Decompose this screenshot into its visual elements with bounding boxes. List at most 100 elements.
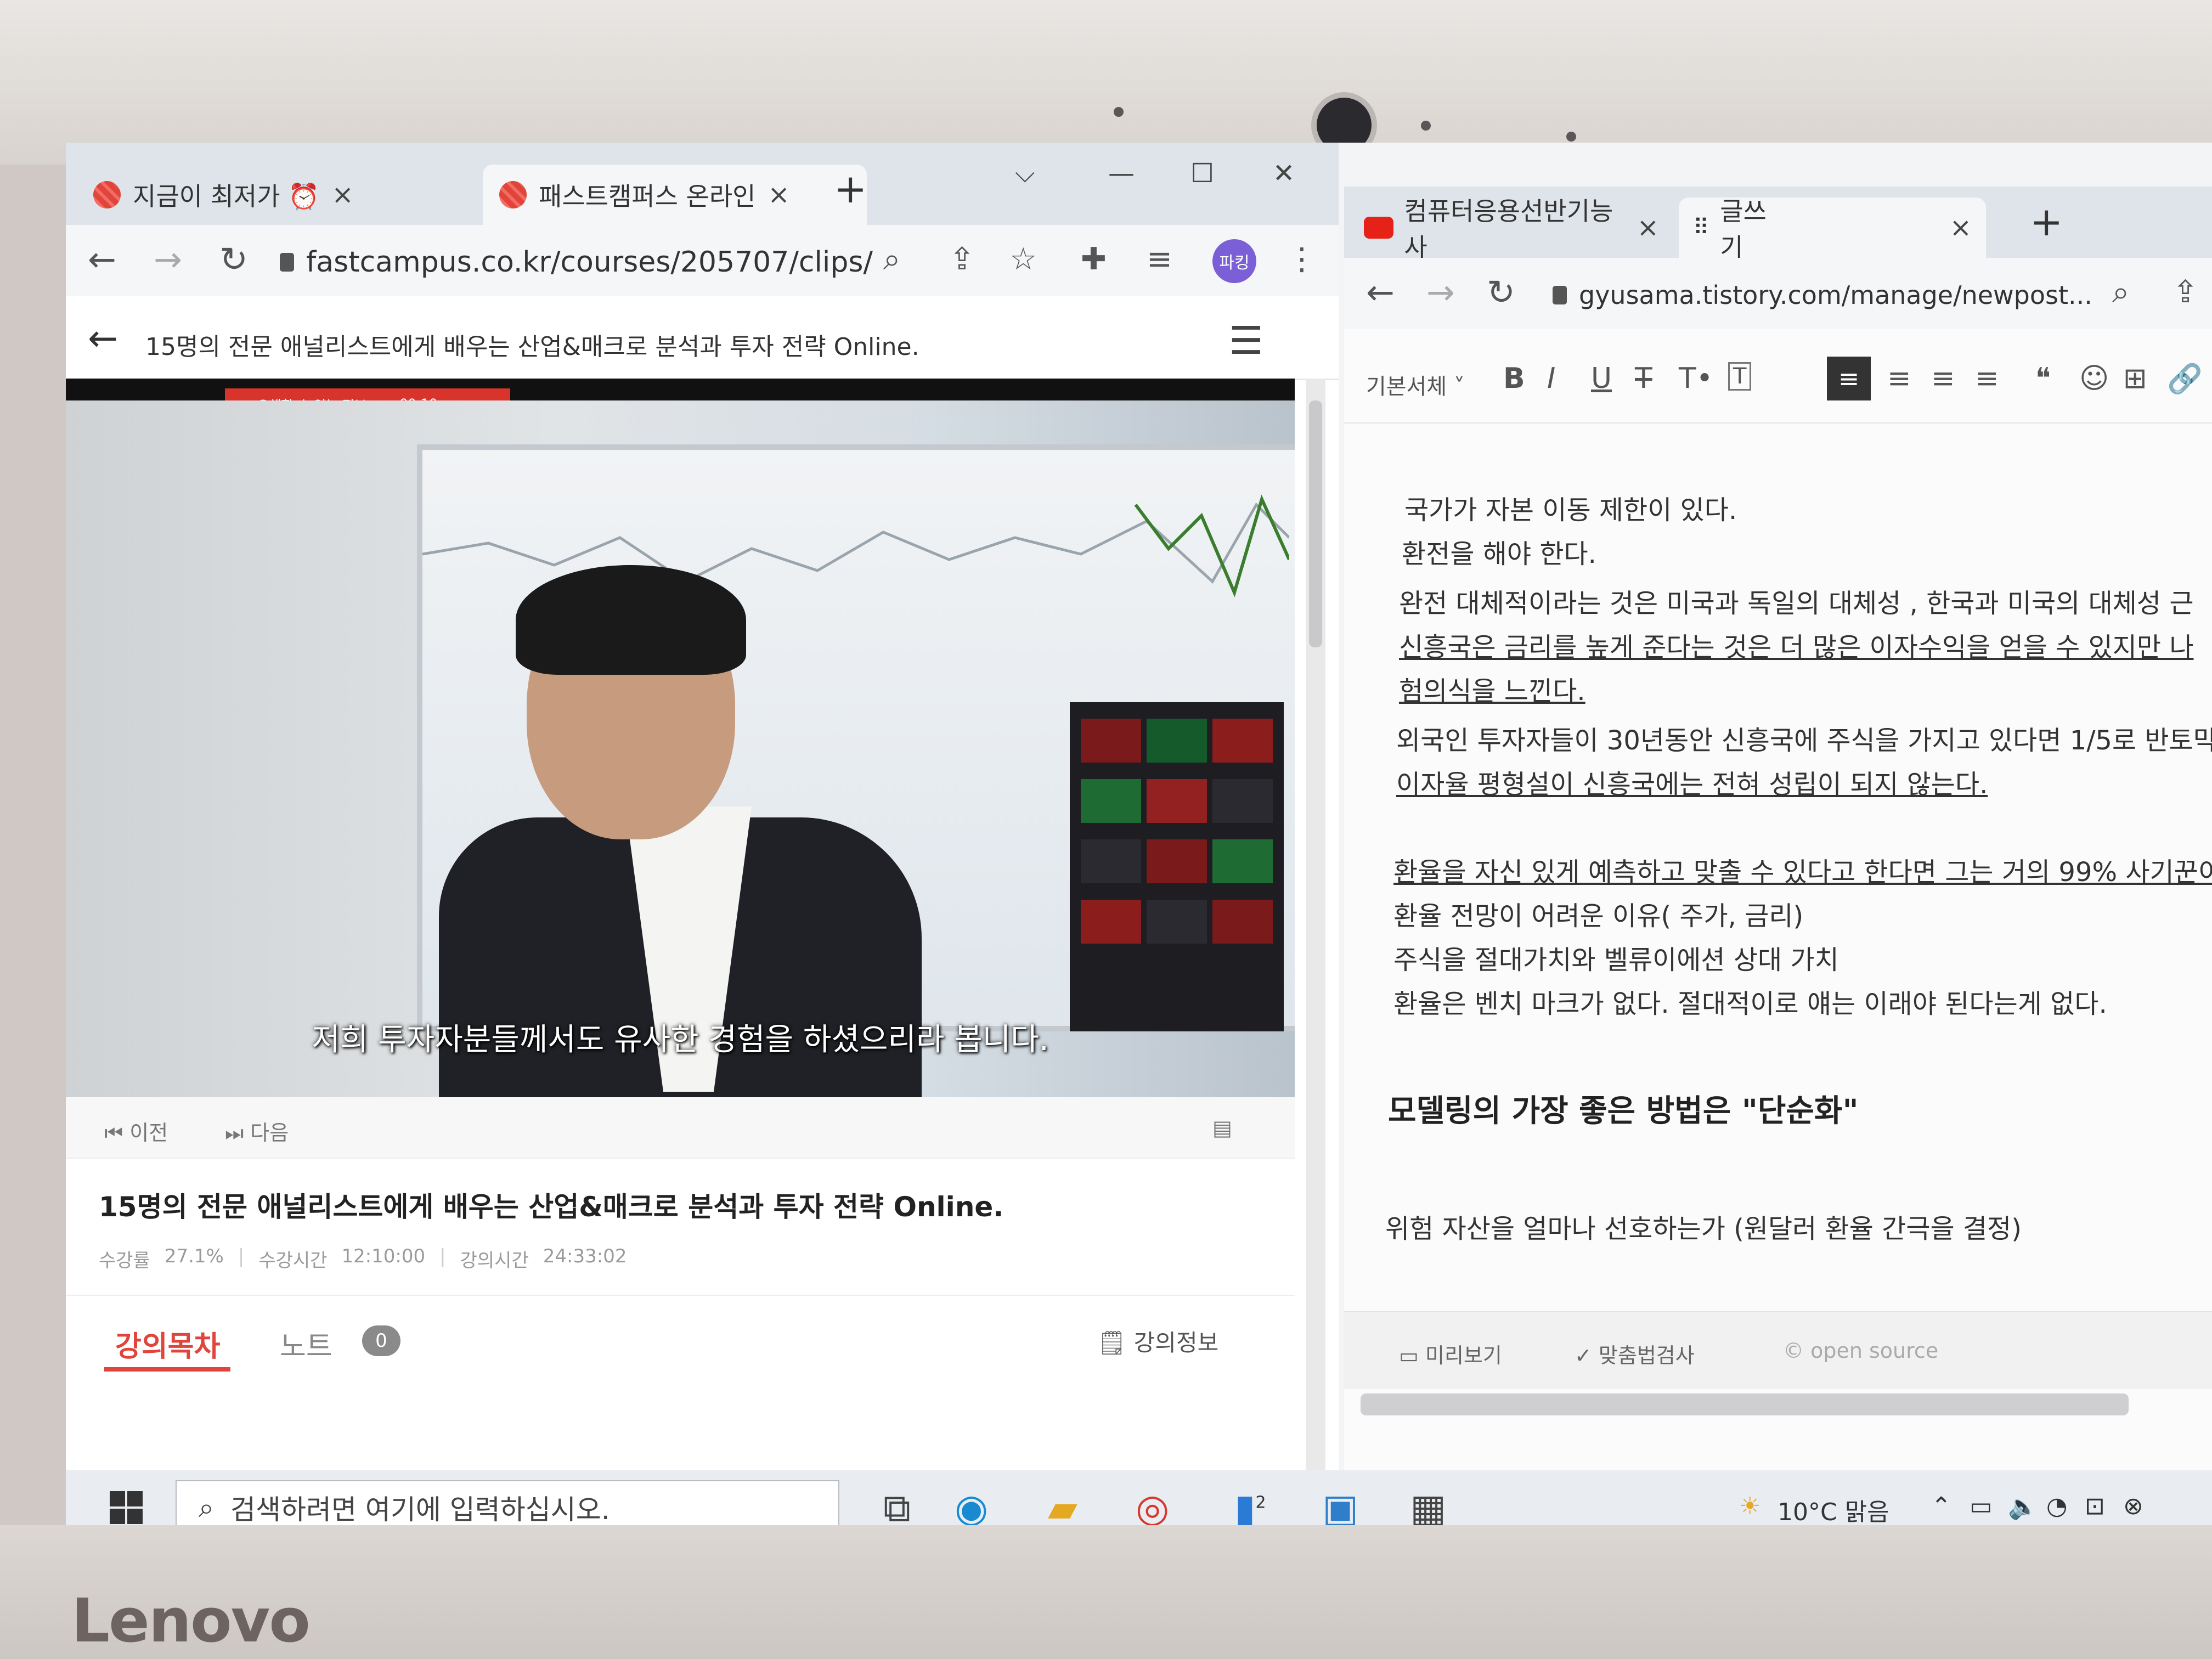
youtube-icon <box>1364 217 1393 239</box>
back-button[interactable]: ← <box>1366 272 1395 312</box>
battery-icon[interactable]: ▭ <box>1970 1492 1993 1520</box>
tab-deal[interactable]: 지금이 최저가 ⏰ × <box>77 165 472 225</box>
back-button[interactable]: ← <box>88 239 116 279</box>
page-scrollbar[interactable] <box>1306 379 1325 1470</box>
zoom-icon[interactable]: ⌕ <box>883 241 900 278</box>
share-icon[interactable]: ⇪ <box>2172 274 2198 310</box>
menu-kebab-icon[interactable]: ⋮ <box>1286 241 1317 277</box>
video-player[interactable]: ● 오해할 수 있는 정보 00:10 <box>66 379 1295 1097</box>
doc-line: 신흥국은 금리를 높게 준다는 것은 더 많은 이자수익을 얻을 수 있지만 나 <box>1399 632 2194 663</box>
wifi-icon[interactable]: ◔ <box>2046 1492 2067 1520</box>
tab-strip: 컴퓨터응용선반기능사 × ⠿ 글쓰기 × + <box>1344 187 2212 262</box>
new-tab-button[interactable]: + <box>2030 199 2063 245</box>
ime-icon[interactable]: ⊡ <box>2085 1492 2105 1520</box>
tab-strip: 지금이 최저가 ⏰ × 패스트캠퍼스 온라인 × + ⌵ — ☐ ✕ <box>66 143 1339 225</box>
tab-close-icon[interactable]: × <box>1637 212 1659 243</box>
watched-label: 수강시간 <box>258 1250 328 1272</box>
volume-icon[interactable]: 🔈 <box>2008 1492 2038 1521</box>
bold-button[interactable]: B <box>1503 362 1525 395</box>
task-view-icon[interactable]: ⧉ <box>883 1486 911 1531</box>
tab-label: 패스트캠퍼스 온라인 <box>539 182 756 211</box>
next-button[interactable]: ⏭ 다음 <box>225 1116 289 1146</box>
weather-text[interactable]: 10°C 맑음 <box>1778 1492 1889 1527</box>
quote-icon[interactable]: ❝ <box>2035 362 2051 395</box>
windows-start-icon[interactable] <box>110 1491 143 1524</box>
text-bg-button[interactable]: T <box>1728 362 1752 391</box>
reload-button[interactable]: ↻ <box>1487 272 1515 312</box>
tab-search-icon[interactable]: ⌵ <box>1015 158 1035 189</box>
address-bar[interactable]: gyusama.tistory.com/manage/newpost... <box>1553 273 2101 317</box>
reading-list-icon[interactable]: ≡ <box>1147 241 1172 277</box>
doc-line: 환율은 벤치 마크가 없다. 절대적이로 얘는 이래야 된다는게 없다. <box>1393 989 2107 1019</box>
prev-button[interactable]: ⏮ 이전 <box>104 1116 168 1146</box>
tab-label: 컴퓨터응용선반기능사 <box>1404 196 1613 262</box>
tab-close-icon[interactable]: × <box>331 179 353 210</box>
forward-button[interactable]: → <box>1426 272 1455 312</box>
maximize-button[interactable]: ☐ <box>1190 158 1214 189</box>
tab-close-icon[interactable]: × <box>768 179 790 210</box>
course-stats: 수강률 27.1% | 수강시간 12:10:00 | 강의시간 24:33:0… <box>99 1245 627 1272</box>
new-tab-button[interactable]: + <box>834 166 867 212</box>
url-text: fastcampus.co.kr/courses/205707/clips/ <box>306 246 873 279</box>
bookmark-star-icon[interactable]: ☆ <box>1009 241 1037 277</box>
emoji-icon[interactable]: ☺ <box>2079 362 2109 395</box>
tab-favicon-icon <box>93 181 121 208</box>
align-left-button[interactable]: ≡ <box>1827 357 1871 400</box>
zoom-icon[interactable]: ⌕ <box>2112 274 2129 311</box>
tab-youtube[interactable]: 컴퓨터응용선반기능사 × <box>1350 196 1673 262</box>
align-justify-icon[interactable]: ≡ <box>1975 362 1999 395</box>
align-right-icon[interactable]: ≡ <box>1931 362 1955 395</box>
app-icon[interactable]: ▮2 <box>1234 1486 1266 1531</box>
tab-close-icon[interactable]: × <box>1950 212 1972 243</box>
tab-notes[interactable]: 노트 <box>280 1323 332 1364</box>
notes-count-badge: 0 <box>362 1325 400 1356</box>
font-select[interactable]: 기본서체 ˅ <box>1366 369 1465 400</box>
align-center-icon[interactable]: ≡ <box>1887 362 1911 395</box>
editor-document[interactable]: 국가가 자본 이동 제한이 있다. 환전을 해야 한다. 완전 대체적이라는 것… <box>1344 422 2212 1311</box>
calculator-icon[interactable]: ▦ <box>1410 1486 1446 1531</box>
hamburger-menu-icon[interactable]: ☰ <box>1229 318 1263 363</box>
progress-value: 27.1% <box>164 1245 224 1267</box>
tab-write[interactable]: ⠿ 글쓰기 × <box>1679 196 1986 262</box>
search-placeholder: 검색하려면 여기에 입력하십시오. <box>230 1494 610 1526</box>
notifications-icon[interactable]: ⊗ <box>2123 1492 2143 1520</box>
text-color-button[interactable]: T• <box>1679 362 1713 395</box>
extensions-puzzle-icon[interactable]: ✚ <box>1081 241 1107 277</box>
forward-button[interactable]: → <box>154 239 182 279</box>
minimize-button[interactable]: — <box>1108 158 1135 189</box>
edge-browser-icon[interactable]: ◉ <box>955 1486 988 1531</box>
course-info-button[interactable]: 🗒 강의정보 <box>1097 1324 1218 1358</box>
open-source-link[interactable]: © open source <box>1783 1339 1938 1363</box>
course-header-title: 15명의 전문 애널리스트에게 배우는 산업&매크로 분석과 투자 전략 Onl… <box>145 333 919 361</box>
doc-line: 위험 자산을 얼마나 선호하는가 (원달러 환율 간극을 결정) <box>1385 1214 2022 1244</box>
profile-avatar[interactable]: 파킹 <box>1212 239 1256 283</box>
preview-button[interactable]: ▭ 미리보기 <box>1399 1339 1502 1369</box>
back-arrow-icon[interactable]: ← <box>88 317 118 359</box>
sensor-dot <box>1114 107 1124 117</box>
underline-button[interactable]: U <box>1591 362 1612 395</box>
reload-button[interactable]: ↻ <box>219 239 248 279</box>
layout-toggle-icon[interactable]: ▤ <box>1212 1116 1232 1140</box>
share-icon[interactable]: ⇪ <box>949 241 975 277</box>
doc-heading: 모델링의 가장 좋은 방법은 "단순화" <box>1388 1093 1859 1129</box>
spellcheck-button[interactable]: ✓ 맞춤법검사 <box>1575 1339 1695 1369</box>
photos-icon[interactable]: ▣ <box>1322 1486 1358 1531</box>
search-icon: ⌕ <box>199 1491 214 1523</box>
table-icon[interactable]: ⊞ <box>2123 362 2147 395</box>
chrome-browser-icon[interactable]: ◎ <box>1136 1486 1169 1531</box>
horizontal-scrollbar[interactable] <box>1361 1393 2129 1415</box>
doc-line: 국가가 자본 이동 제한이 있다. <box>1404 495 1737 526</box>
tab-toc[interactable]: 강의목차 <box>115 1323 220 1364</box>
strike-button[interactable]: T <box>1635 362 1652 395</box>
link-icon[interactable]: 🔗 <box>2167 362 2203 396</box>
tray-chevron-icon[interactable]: ⌃ <box>1931 1492 1951 1520</box>
lock-icon <box>280 253 294 272</box>
tab-fastcampus[interactable]: 패스트캠퍼스 온라인 × <box>483 165 867 225</box>
doc-line: 환전을 해야 한다. <box>1402 539 1596 569</box>
progress-label: 수강률 <box>99 1250 150 1272</box>
file-explorer-icon[interactable]: ▰ <box>1048 1486 1077 1531</box>
doc-line: 주식을 절대가치와 벨류이에션 상대 가치 <box>1393 945 1839 975</box>
italic-button[interactable]: I <box>1547 362 1555 395</box>
close-window-button[interactable]: ✕ <box>1273 158 1295 189</box>
browser-toolbar: ← → ↻ fastcampus.co.kr/courses/205707/cl… <box>66 225 1339 296</box>
